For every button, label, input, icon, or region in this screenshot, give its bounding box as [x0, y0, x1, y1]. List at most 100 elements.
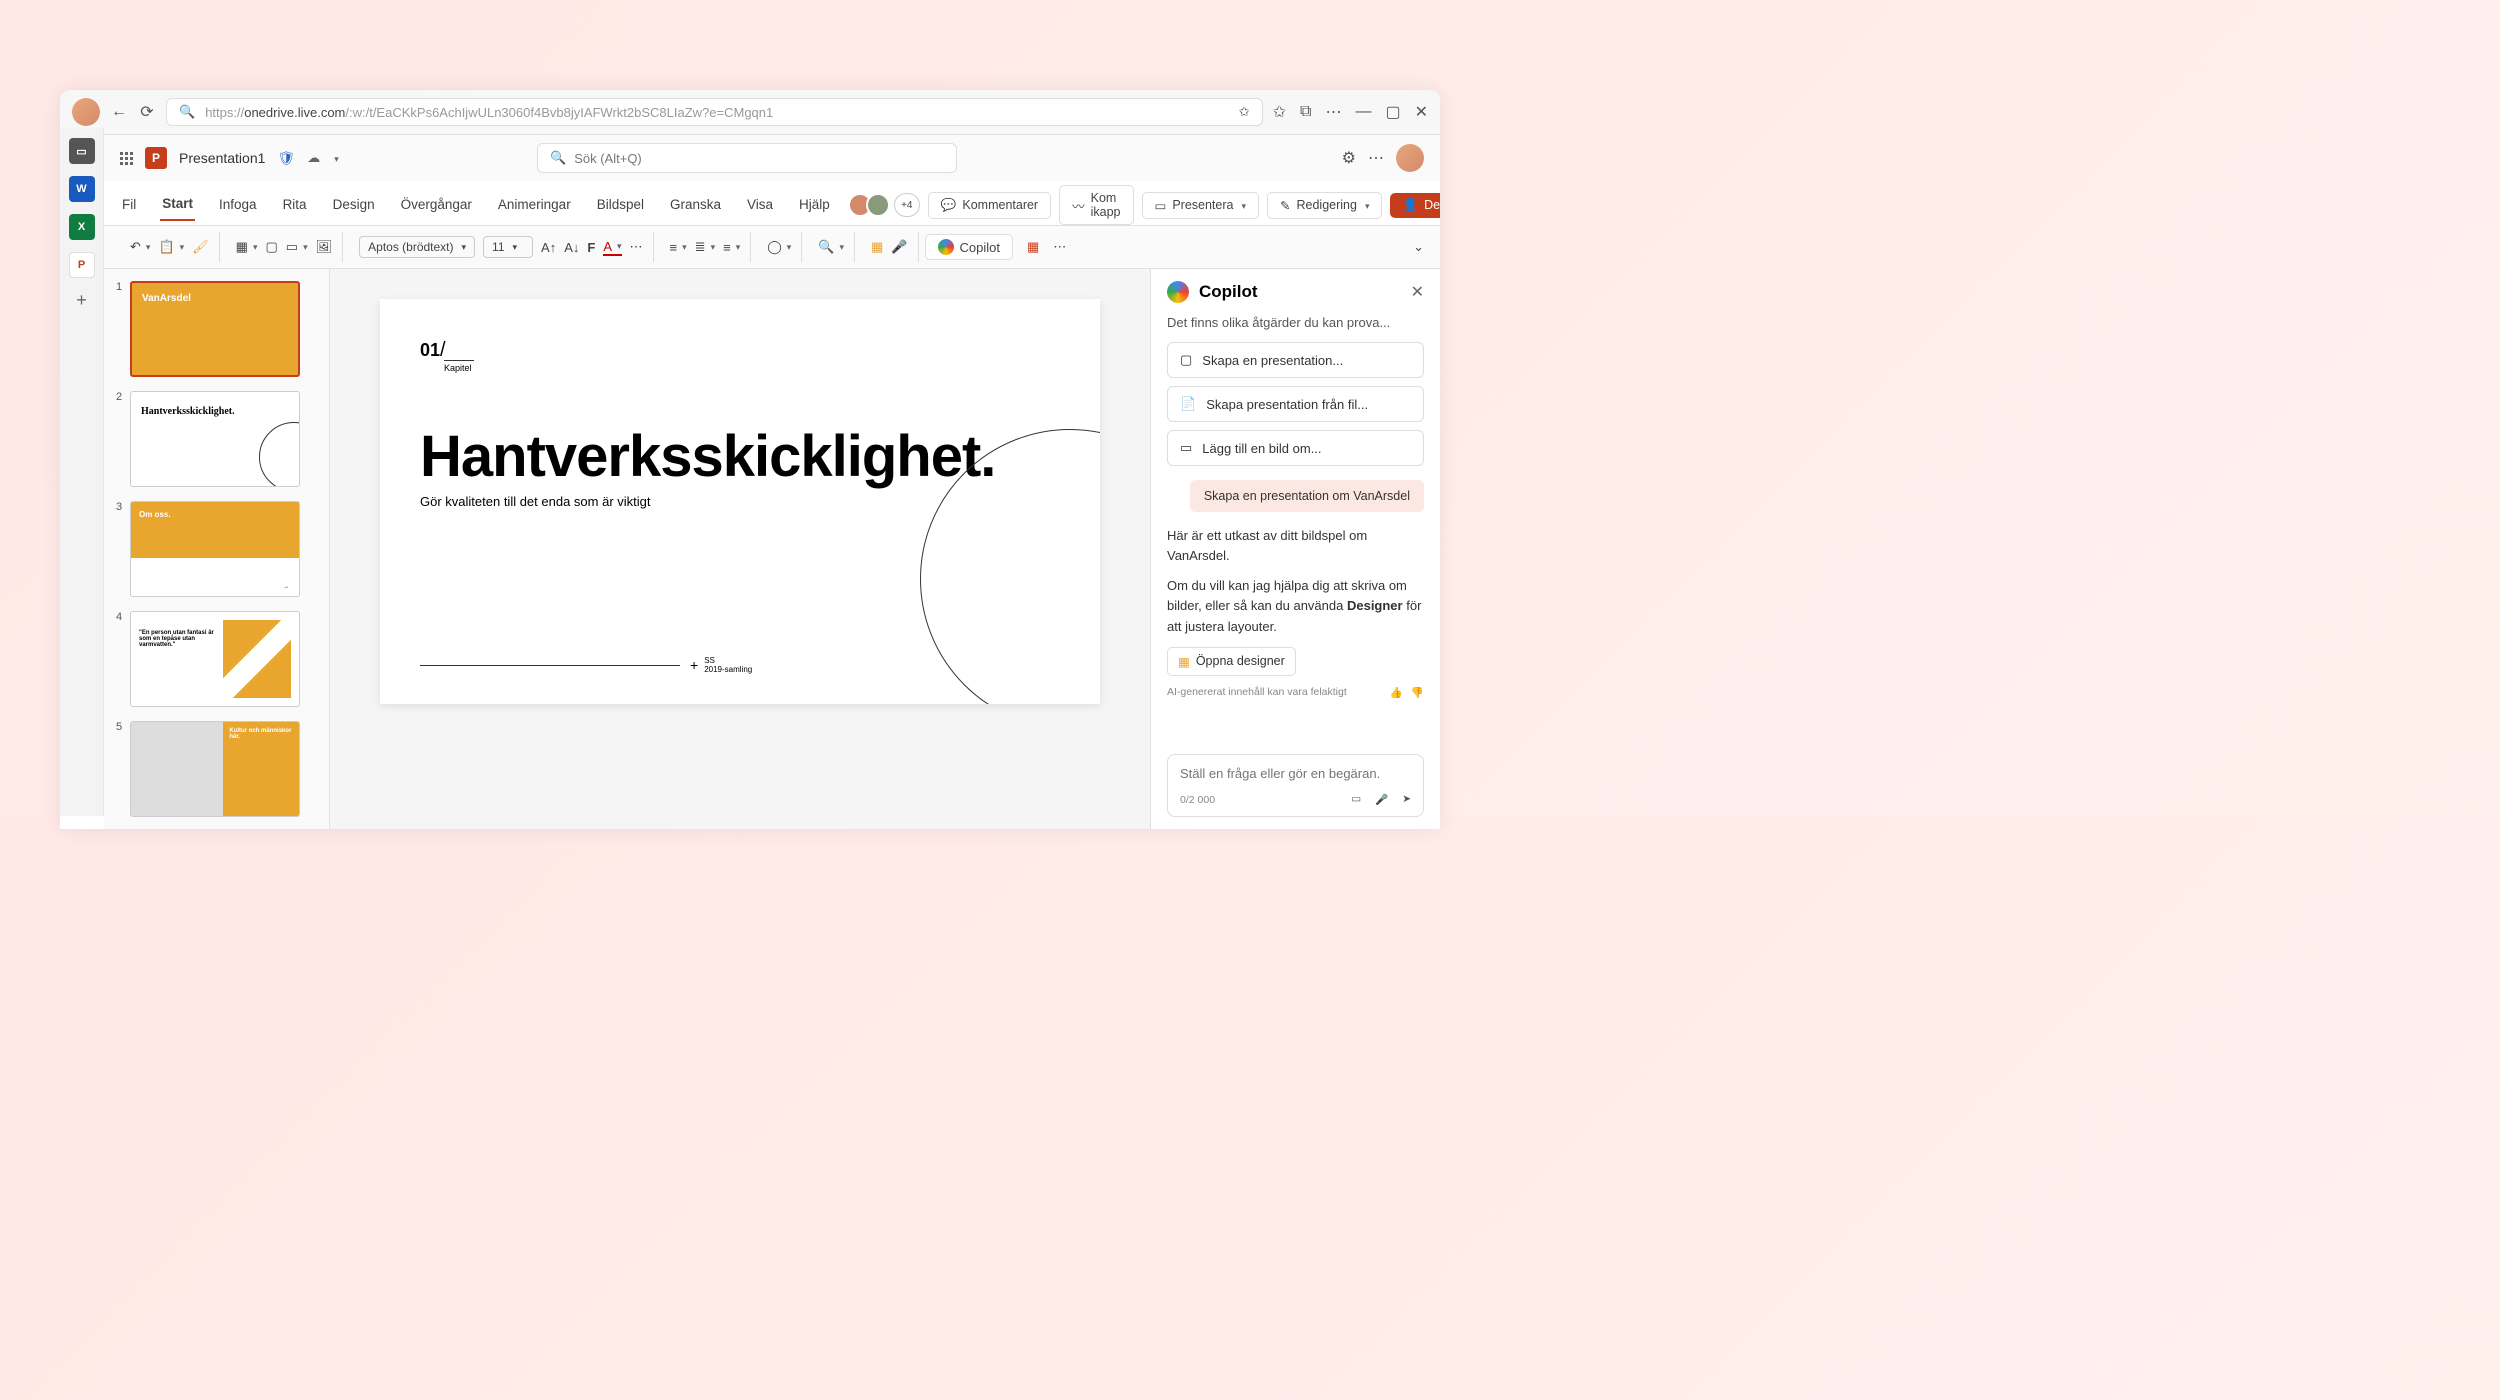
- slide-canvas[interactable]: 01/ Kapitel Hantverksskicklighet. Gör kv…: [330, 269, 1150, 829]
- people-count[interactable]: +4: [894, 193, 920, 217]
- open-designer-button[interactable]: ▦Öppna designer: [1167, 647, 1296, 676]
- suggestion-create-presentation[interactable]: ▢Skapa en presentation...: [1167, 342, 1424, 378]
- copilot-panel: Copilot ✕ Det finns olika åtgärder du ka…: [1150, 269, 1440, 829]
- refresh-icon[interactable]: ⟳: [138, 103, 156, 121]
- send-icon[interactable]: ➤: [1402, 793, 1411, 806]
- shield-icon[interactable]: 🛡: [277, 150, 295, 167]
- increase-font-icon[interactable]: A↑: [541, 240, 556, 255]
- thumbnail-4[interactable]: "En person utan fantasi är som en tepåse…: [130, 611, 300, 707]
- presence-people[interactable]: +4: [854, 193, 920, 217]
- address-bar[interactable]: 🔍 https://onedrive.live.com/:w:/t/EaCKkP…: [166, 98, 1263, 126]
- font-size-select[interactable]: 11▾: [483, 236, 533, 258]
- font-family-select[interactable]: Aptos (brödtext)▾: [359, 236, 475, 258]
- tab-hjalp[interactable]: Hjälp: [797, 191, 832, 220]
- minimize-icon[interactable]: —: [1355, 103, 1371, 121]
- section-button[interactable]: ▭: [286, 239, 308, 255]
- toolbar-more-icon[interactable]: ⋯: [1053, 239, 1066, 255]
- numbering-button[interactable]: ≣: [695, 239, 715, 255]
- thumbnail-1[interactable]: VanArsdel: [130, 281, 300, 377]
- undo-button[interactable]: ↶: [130, 239, 150, 255]
- dictate-button[interactable]: 🎤: [891, 239, 907, 255]
- align-button[interactable]: ≡: [723, 240, 740, 255]
- bullets-button[interactable]: ≡: [670, 240, 687, 255]
- find-button[interactable]: 🔍: [818, 239, 844, 255]
- powerpoint-app-icon[interactable]: P: [69, 252, 95, 278]
- format-painter-button[interactable]: 🖌: [192, 239, 209, 255]
- collections-icon[interactable]: ⧉: [1300, 103, 1311, 121]
- excel-app-icon[interactable]: X: [69, 214, 95, 240]
- slide-footer: + SS2019-samling: [420, 656, 1060, 674]
- sync-icon[interactable]: ☁: [307, 150, 320, 166]
- powerpoint-logo-icon: P: [145, 147, 167, 169]
- tab-visa[interactable]: Visa: [745, 191, 775, 220]
- copilot-ribbon-button[interactable]: Copilot: [925, 234, 1013, 260]
- paste-button[interactable]: 📋: [158, 239, 184, 255]
- present-button[interactable]: ▭Presentera: [1142, 192, 1260, 219]
- app-launcher-icon[interactable]: [120, 152, 133, 165]
- bold-button[interactable]: F: [587, 240, 595, 255]
- current-slide[interactable]: 01/ Kapitel Hantverksskicklighet. Gör kv…: [380, 299, 1100, 704]
- maximize-icon[interactable]: ▢: [1385, 102, 1400, 122]
- favorites-icon[interactable]: ✩: [1273, 102, 1286, 122]
- tab-rita[interactable]: Rita: [281, 191, 309, 220]
- tab-granska[interactable]: Granska: [668, 191, 723, 220]
- editing-mode-button[interactable]: ✎Redigering: [1267, 192, 1382, 219]
- user-avatar[interactable]: [1396, 144, 1424, 172]
- thumb-number: 4: [116, 611, 124, 707]
- tab-bildspel[interactable]: Bildspel: [595, 191, 646, 220]
- decrease-font-icon[interactable]: A↓: [564, 240, 579, 255]
- comments-button[interactable]: 💬Kommentarer: [928, 192, 1051, 219]
- shapes-button[interactable]: ◯: [767, 239, 791, 255]
- image-button[interactable]: 🖼: [316, 239, 333, 255]
- profile-avatar[interactable]: [72, 98, 100, 126]
- collapse-ribbon-icon[interactable]: ⌄: [1413, 239, 1424, 255]
- close-panel-icon[interactable]: ✕: [1411, 282, 1424, 302]
- mic-icon[interactable]: 🎤: [1375, 793, 1388, 806]
- thumbnail-5[interactable]: Kultur och människor här.: [130, 721, 300, 817]
- thumbs-down-icon[interactable]: 👎: [1411, 686, 1424, 699]
- add-app-icon[interactable]: +: [76, 290, 87, 311]
- copilot-title: Copilot: [1199, 282, 1401, 302]
- grid-view-icon[interactable]: ▦: [1027, 239, 1039, 255]
- copilot-intro: Det finns olika åtgärder du kan prova...: [1167, 315, 1424, 330]
- search-icon: 🔍: [179, 104, 195, 120]
- suggestion-from-file[interactable]: 📄Skapa presentation från fil...: [1167, 386, 1424, 422]
- attach-icon[interactable]: ▭: [1351, 793, 1361, 806]
- tab-animeringar[interactable]: Animeringar: [496, 191, 573, 220]
- more-icon[interactable]: ⋯: [1368, 148, 1384, 168]
- back-icon[interactable]: ←: [110, 103, 128, 121]
- thumbs-up-icon[interactable]: 👍: [1390, 686, 1403, 699]
- search-box[interactable]: 🔍 Sök (Alt+Q): [537, 143, 957, 173]
- copilot-input[interactable]: 0/2 000 ▭ 🎤 ➤: [1167, 754, 1424, 817]
- copilot-text-input[interactable]: [1180, 766, 1411, 781]
- document-title[interactable]: Presentation1: [179, 150, 265, 166]
- settings-gear-icon[interactable]: ⚙: [1342, 148, 1356, 168]
- slide-chapter-label: Kapitel: [444, 360, 474, 373]
- share-button[interactable]: 👤Dela▾: [1390, 193, 1440, 218]
- tab-infoga[interactable]: Infoga: [217, 191, 259, 220]
- tab-start[interactable]: Start: [160, 190, 195, 221]
- app-titlebar: P Presentation1 🛡 ☁ 🔍 Sök (Alt+Q) ⚙ ⋯: [104, 135, 1440, 181]
- thumbnail-3[interactable]: Om oss. →: [130, 501, 300, 597]
- title-dropdown[interactable]: [332, 149, 339, 167]
- tab-design[interactable]: Design: [331, 191, 377, 220]
- layout-button[interactable]: ▢: [266, 239, 278, 255]
- tab-overgangar[interactable]: Övergångar: [399, 191, 474, 220]
- thumb-number: 5: [116, 721, 124, 817]
- pencil-icon: ✎: [1280, 198, 1290, 213]
- designer-button[interactable]: ▦: [871, 239, 883, 255]
- font-color-button[interactable]: A: [603, 239, 621, 256]
- more-font-icon[interactable]: ⋯: [630, 239, 643, 255]
- favorite-star-icon[interactable]: ✩: [1239, 104, 1250, 120]
- new-slide-button[interactable]: ▦: [236, 239, 258, 255]
- word-app-icon[interactable]: W: [69, 176, 95, 202]
- formatting-toolbar: ↶ 📋 🖌 ▦ ▢ ▭ 🖼 Aptos (brödtext)▾ 11▾ A↑ A…: [104, 226, 1440, 269]
- catch-up-button[interactable]: 〰Kom ikapp: [1059, 185, 1133, 225]
- home-app-icon[interactable]: ▭: [69, 138, 95, 164]
- suggestion-add-slide[interactable]: ▭Lägg till en bild om...: [1167, 430, 1424, 466]
- thumb-number: 2: [116, 391, 124, 487]
- thumbnail-2[interactable]: Hantverksskicklighet.: [130, 391, 300, 487]
- more-icon[interactable]: ⋯: [1325, 102, 1341, 122]
- close-icon[interactable]: ✕: [1415, 102, 1428, 122]
- tab-fil[interactable]: Fil: [120, 191, 138, 220]
